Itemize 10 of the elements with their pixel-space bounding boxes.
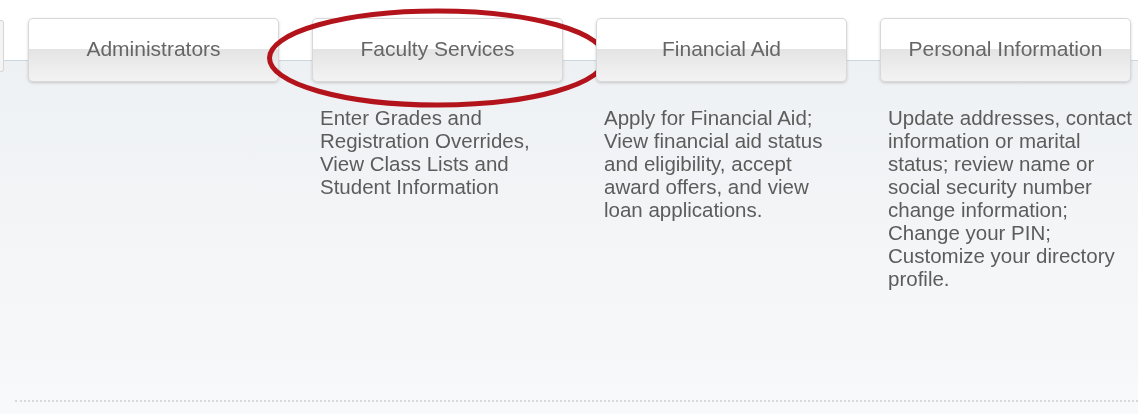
tab[interactable]: Financial Aid [596, 18, 847, 82]
tab-description: Customize your directory profile. [888, 244, 1116, 290]
tab-description: Change your PIN; [888, 221, 1052, 244]
tab[interactable]: Administrators [28, 18, 279, 82]
tab-description: Update addresses, contact information or marital status; review name or social security number change information; [888, 106, 1133, 221]
tab-description: Apply for Financial Aid; [604, 106, 814, 129]
tab-description: View financial aid status and eligibility, accept award offers, and view loan applications. [604, 129, 824, 221]
tab-description: Enter Grades and Registration Overrides, View Class Lists and Student Information [320, 106, 531, 198]
tab[interactable]: Faculty Services [312, 18, 563, 82]
tab[interactable]: Personal Information [880, 18, 1131, 82]
